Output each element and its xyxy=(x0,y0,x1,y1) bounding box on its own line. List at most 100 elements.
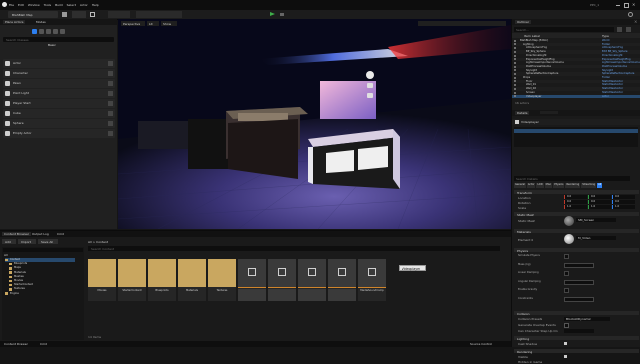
tree-search-input[interactable] xyxy=(3,248,83,252)
visible-checkbox[interactable] xyxy=(564,355,567,358)
menu-tools[interactable]: Tools xyxy=(44,3,51,7)
save-icon[interactable] xyxy=(62,12,67,17)
move-icon[interactable] xyxy=(90,12,95,17)
import-button[interactable]: Import xyxy=(18,239,36,244)
speaker-icon[interactable] xyxy=(367,93,373,98)
prop-value-field[interactable] xyxy=(564,296,594,302)
tab-world-settings[interactable] xyxy=(540,111,558,114)
viewport-tab-3[interactable] xyxy=(146,11,182,18)
section-transform[interactable]: Transform xyxy=(514,190,639,195)
tab-cmd[interactable]: Cmd xyxy=(55,232,66,236)
play-icon[interactable] xyxy=(270,12,275,16)
visibility-eye-icon[interactable] xyxy=(514,47,516,50)
details-search-input[interactable]: Search Details xyxy=(514,176,630,181)
folder-tile[interactable]: Blueprints xyxy=(148,259,176,301)
place-item-player-start[interactable]: Player Start xyxy=(3,99,115,108)
visibility-eye-icon[interactable] xyxy=(514,87,516,90)
add-button[interactable]: Add xyxy=(2,239,16,244)
tab-place-actors[interactable]: Place Actors xyxy=(3,20,26,24)
place-item-pawn[interactable]: Pawn xyxy=(3,79,115,88)
transform-field[interactable]: 0.0 xyxy=(612,200,635,205)
visibility-eye-icon[interactable] xyxy=(514,58,516,61)
material-thumbnail[interactable] xyxy=(564,234,574,244)
viewport-perspective-button[interactable]: Perspective xyxy=(121,21,145,26)
camera-icon[interactable] xyxy=(367,83,373,88)
tab-outliner[interactable]: Outliner xyxy=(515,20,532,24)
filter-tab-misc[interactable]: Misc xyxy=(544,183,553,188)
category-shapes-icon[interactable] xyxy=(46,29,51,34)
viewport-gizmo[interactable] xyxy=(366,71,374,79)
static-mesh-picker[interactable]: SM_Screen xyxy=(576,218,616,222)
visibility-eye-icon[interactable] xyxy=(514,84,516,87)
tab-output-log[interactable]: Output Log xyxy=(30,232,51,236)
menu-window[interactable]: Window xyxy=(28,3,40,7)
visibility-eye-icon[interactable] xyxy=(514,76,516,79)
visibility-eye-icon[interactable] xyxy=(514,43,516,46)
place-item-point-light[interactable]: Point Light xyxy=(3,89,115,98)
visibility-eye-icon[interactable] xyxy=(514,50,516,53)
tree-folder[interactable]: Engine xyxy=(5,292,75,296)
outliner-settings-icon[interactable] xyxy=(626,27,631,32)
visibility-eye-icon[interactable] xyxy=(514,95,516,98)
visibility-eye-icon[interactable] xyxy=(514,91,516,94)
outliner-filter-icon[interactable] xyxy=(617,27,622,32)
settings-icon[interactable] xyxy=(628,12,633,17)
place-item-sphere[interactable]: Sphere xyxy=(3,119,115,128)
transform-field[interactable]: 1.0 xyxy=(588,205,611,210)
source-control-button[interactable]: Source Control xyxy=(470,342,492,346)
material-picker[interactable]: M_Video xyxy=(576,236,616,240)
step-up-select[interactable] xyxy=(564,329,594,333)
viewport-show-button[interactable]: Show xyxy=(161,21,177,26)
cast-shadow-checkbox[interactable] xyxy=(564,342,567,345)
category-basic-icon[interactable] xyxy=(32,29,37,34)
menu-help[interactable]: Help xyxy=(92,3,99,7)
visibility-eye-icon[interactable] xyxy=(514,39,516,42)
mode-button[interactable] xyxy=(72,11,86,18)
transform-field[interactable]: 1.0 xyxy=(612,205,635,210)
tab-details[interactable]: Details xyxy=(515,111,530,115)
place-item-empty-actor[interactable]: Empty Actor xyxy=(3,129,115,138)
menu-select[interactable]: Select xyxy=(67,3,76,7)
visibility-eye-icon[interactable] xyxy=(514,61,516,64)
category-volumes-icon[interactable] xyxy=(60,29,65,34)
asset-tile[interactable] xyxy=(268,289,296,301)
menu-edit[interactable]: Edit xyxy=(18,3,24,7)
place-item-cube[interactable]: Cube xyxy=(3,109,115,118)
place-item-character[interactable]: Character xyxy=(3,69,115,78)
filter-tab-general[interactable]: General xyxy=(514,183,526,188)
menu-file[interactable]: File xyxy=(9,3,14,7)
viewport-snap-controls[interactable] xyxy=(418,21,506,26)
maximize-icon[interactable] xyxy=(624,3,629,8)
asset-tile[interactable] xyxy=(238,289,266,301)
section-lighting[interactable]: Lighting xyxy=(514,336,639,341)
category-lights-icon[interactable] xyxy=(39,29,44,34)
visibility-eye-icon[interactable] xyxy=(514,69,516,72)
map-tab[interactable]: BlahBlah Map xyxy=(8,11,58,18)
visibility-eye-icon[interactable] xyxy=(514,80,516,83)
cmd-input[interactable]: Cmd xyxy=(40,342,47,346)
filter-tab-actor[interactable]: Actor xyxy=(526,183,536,188)
tab-modes[interactable]: Modes xyxy=(36,20,46,24)
transform-field[interactable]: 0.0 xyxy=(612,195,635,199)
collision-presets-select[interactable]: BlockAllDynamic xyxy=(564,317,610,321)
filter-tab-lod[interactable]: LOD xyxy=(536,183,544,188)
static-mesh-thumbnail[interactable] xyxy=(564,216,574,226)
viewport-tab-1[interactable] xyxy=(108,11,130,18)
category-visual-icon[interactable] xyxy=(53,29,58,34)
visibility-eye-icon[interactable] xyxy=(514,65,516,68)
filter-tab-physics[interactable]: Physics xyxy=(553,183,565,188)
component-row-selected[interactable] xyxy=(514,129,638,133)
filter-tab-streaming[interactable]: Streaming xyxy=(581,183,597,188)
transform-field[interactable]: 0.0 xyxy=(588,195,611,199)
place-item-actor[interactable]: Actor xyxy=(3,59,115,68)
menu-build[interactable]: Build xyxy=(55,3,63,7)
transform-field[interactable]: 0.0 xyxy=(564,200,587,205)
more-options-icon[interactable] xyxy=(280,13,284,16)
folder-tile[interactable]: Materials xyxy=(178,259,206,301)
close-icon[interactable]: ✕ xyxy=(632,2,635,7)
section-materials[interactable]: Materials xyxy=(514,229,639,234)
overlap-checkbox[interactable] xyxy=(564,323,569,328)
tree-root[interactable]: All xyxy=(4,253,8,257)
col-type[interactable]: Type xyxy=(602,34,609,38)
outliner-search-input[interactable]: Search... xyxy=(514,27,614,32)
